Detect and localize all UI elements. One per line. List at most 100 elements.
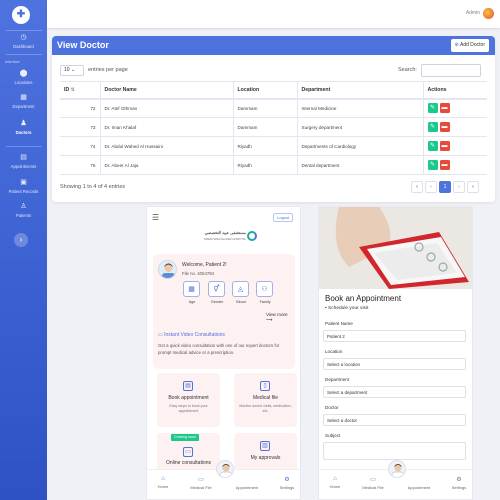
family-button[interactable]: ⚇ xyxy=(256,281,273,297)
sidebar-item-label: Patients xyxy=(15,213,32,218)
cell-location: Dammam xyxy=(233,98,298,118)
view-more-link[interactable]: View more ⟶ xyxy=(266,312,295,323)
family-icon: ⚇ xyxy=(261,286,268,293)
sort-icon: ⇅ xyxy=(70,86,75,93)
mobile-home-screen: ☰ Logout مستشفى عبيد التخصصي OBEID SPECI… xyxy=(146,206,301,500)
sidebar-item-patients[interactable]: ♙ Patients xyxy=(0,203,47,218)
sidebar-item-doctors[interactable]: ♟ Doctors xyxy=(0,120,47,135)
search-input[interactable] xyxy=(421,64,481,77)
records-icon: ▣ xyxy=(20,179,27,186)
sidebar-item-dashboard[interactable]: ◷ Dashboard xyxy=(0,34,47,49)
subject-field[interactable] xyxy=(323,442,466,460)
column-header-doctor-name[interactable]: Doctor Name xyxy=(100,81,234,100)
pagination-page[interactable]: 1 xyxy=(439,181,451,193)
video-icon: ▭ xyxy=(158,332,163,338)
column-header-location[interactable]: Location xyxy=(233,81,298,100)
doctor-fab-button[interactable] xyxy=(388,460,406,478)
add-doctor-button[interactable]: ⊕ Add Doctor xyxy=(450,39,489,52)
edit-icon: ✎ xyxy=(429,162,436,168)
pagination-last[interactable]: » xyxy=(467,181,479,193)
nav-appointment[interactable]: ▦Appointment xyxy=(231,476,263,490)
doctor-select[interactable]: Select a doctor xyxy=(323,414,466,426)
nav-home[interactable]: ⌂ Home xyxy=(149,476,177,489)
menu-icon[interactable]: ☰ xyxy=(152,213,159,222)
edit-button[interactable]: ✎ xyxy=(427,141,438,151)
nav-settings[interactable]: ⚙ Settings xyxy=(273,476,300,490)
field-label: Department xyxy=(325,377,350,382)
quick-label: Gender xyxy=(210,300,224,304)
delete-button[interactable]: ▬ xyxy=(439,122,450,132)
delete-button[interactable]: ▬ xyxy=(439,160,450,170)
delete-button[interactable]: ▬ xyxy=(439,103,450,114)
department-select[interactable]: Select a department xyxy=(323,386,466,398)
sidebar-toggle-button[interactable]: › xyxy=(14,233,28,247)
medical-file-tile[interactable]: ▯ Medical file Monitor doctor visits, me… xyxy=(234,373,297,427)
blood-button[interactable]: ◬ xyxy=(232,281,249,297)
video-consultation-title: ▭ Instant Video Consultations xyxy=(158,332,225,338)
nav-medical-file[interactable]: ▭ Medical File xyxy=(359,476,387,490)
home-icon: ⌂ xyxy=(333,476,337,482)
nav-label: Home xyxy=(157,484,169,489)
sidebar-item-department[interactable]: ▦ Department xyxy=(0,94,47,109)
user-name[interactable]: Admin xyxy=(466,10,480,16)
page-title: View Doctor xyxy=(57,40,109,50)
location-select[interactable]: Select a location xyxy=(323,358,466,370)
sidebar-item-label: Dashboard xyxy=(13,44,34,49)
clipboard-icon: ▥ xyxy=(260,441,270,451)
logo-arabic-text: مستشفى عبيد التخصصي xyxy=(204,230,246,235)
map-marker-icon: ⬤ xyxy=(19,70,28,77)
pagination-prev[interactable]: ‹ xyxy=(425,181,437,193)
calendar-icon: ▪ xyxy=(325,306,327,311)
column-header-department[interactable]: Department xyxy=(297,81,424,100)
cell-actions: ✎ ▬ xyxy=(423,136,487,156)
table-row: 72 Dr. Atef Othman Dammam Internal Medic… xyxy=(60,98,487,118)
cell-department: Dental department xyxy=(297,155,424,175)
edit-button[interactable]: ✎ xyxy=(427,122,438,132)
nav-home[interactable]: ⌂ Home xyxy=(321,476,349,489)
department-icon: ▦ xyxy=(20,94,27,101)
sidebar-item-locations[interactable]: ⬤ Locations xyxy=(0,70,47,85)
monitor-icon: ▭ xyxy=(183,447,193,457)
entries-per-page-select[interactable]: 10 ⌄ xyxy=(60,65,84,76)
pagination-first[interactable]: « xyxy=(411,181,423,193)
edit-button[interactable]: ✎ xyxy=(427,103,438,114)
cell-location: Riyadh xyxy=(233,136,298,156)
table-row: 73 Dr. Iman Khalaf Dammam Surgery depart… xyxy=(60,117,487,137)
age-button[interactable]: ▦ xyxy=(183,281,200,297)
appointment-hero-image xyxy=(319,207,472,289)
logout-button[interactable]: Logout xyxy=(273,213,294,222)
book-appointment-tile[interactable]: ▤ Book appointment Easy steps to book yo… xyxy=(157,373,220,427)
field-label: Subject xyxy=(325,433,341,438)
add-doctor-label: Add Doctor xyxy=(459,42,485,48)
delete-button[interactable]: ▬ xyxy=(439,141,450,151)
field-label: Doctor xyxy=(325,405,339,410)
doctor-fab-button[interactable] xyxy=(216,460,234,478)
column-label: Doctor Name xyxy=(104,86,137,93)
nav-settings[interactable]: ⚙ Settings xyxy=(445,476,472,490)
cell-department: Departments of Cardiology xyxy=(297,136,424,156)
patient-name-field[interactable]: Patient 2 xyxy=(323,330,466,342)
calendar-icon: ▦ xyxy=(188,286,195,293)
entries-label: entries per page xyxy=(88,67,128,73)
coming-soon-badge: Coming soon xyxy=(171,434,200,441)
page-title: Book an Appointment xyxy=(325,294,402,303)
avatar[interactable] xyxy=(483,8,494,19)
doctor-list-card: View Doctor ⊕ Add Doctor 10 ⌄ entries pe… xyxy=(52,36,495,202)
edit-button[interactable]: ✎ xyxy=(427,160,438,170)
sidebar-item-appointments[interactable]: ▤ Appointments xyxy=(0,154,47,169)
video-consultation-card[interactable]: ▭ Instant Video Consultations Get a quic… xyxy=(153,326,295,369)
pagination-next[interactable]: › xyxy=(453,181,465,193)
nav-medical-file[interactable]: ▭ Medical File xyxy=(187,476,215,490)
sidebar-item-patient-records[interactable]: ▣ Patient Records xyxy=(0,179,47,194)
column-header-id[interactable]: ID ⇅ xyxy=(60,81,101,100)
quick-label: Age xyxy=(188,300,196,304)
table-row: 75 Dr. Abeer Al Jaja Riyadh Dental depar… xyxy=(60,155,487,175)
sidebar-divider xyxy=(6,54,42,55)
cell-doctor-name: Dr. Atef Othman xyxy=(100,98,234,118)
gender-button[interactable]: ⚥ xyxy=(208,281,225,297)
brand-logo[interactable]: ✚ xyxy=(12,6,30,24)
logo-mark-icon xyxy=(247,231,257,241)
nav-appointment[interactable]: ▦Appointment xyxy=(403,476,435,490)
card-header: View Doctor ⊕ Add Doctor xyxy=(52,36,495,55)
cell-id: 74 xyxy=(60,136,101,156)
